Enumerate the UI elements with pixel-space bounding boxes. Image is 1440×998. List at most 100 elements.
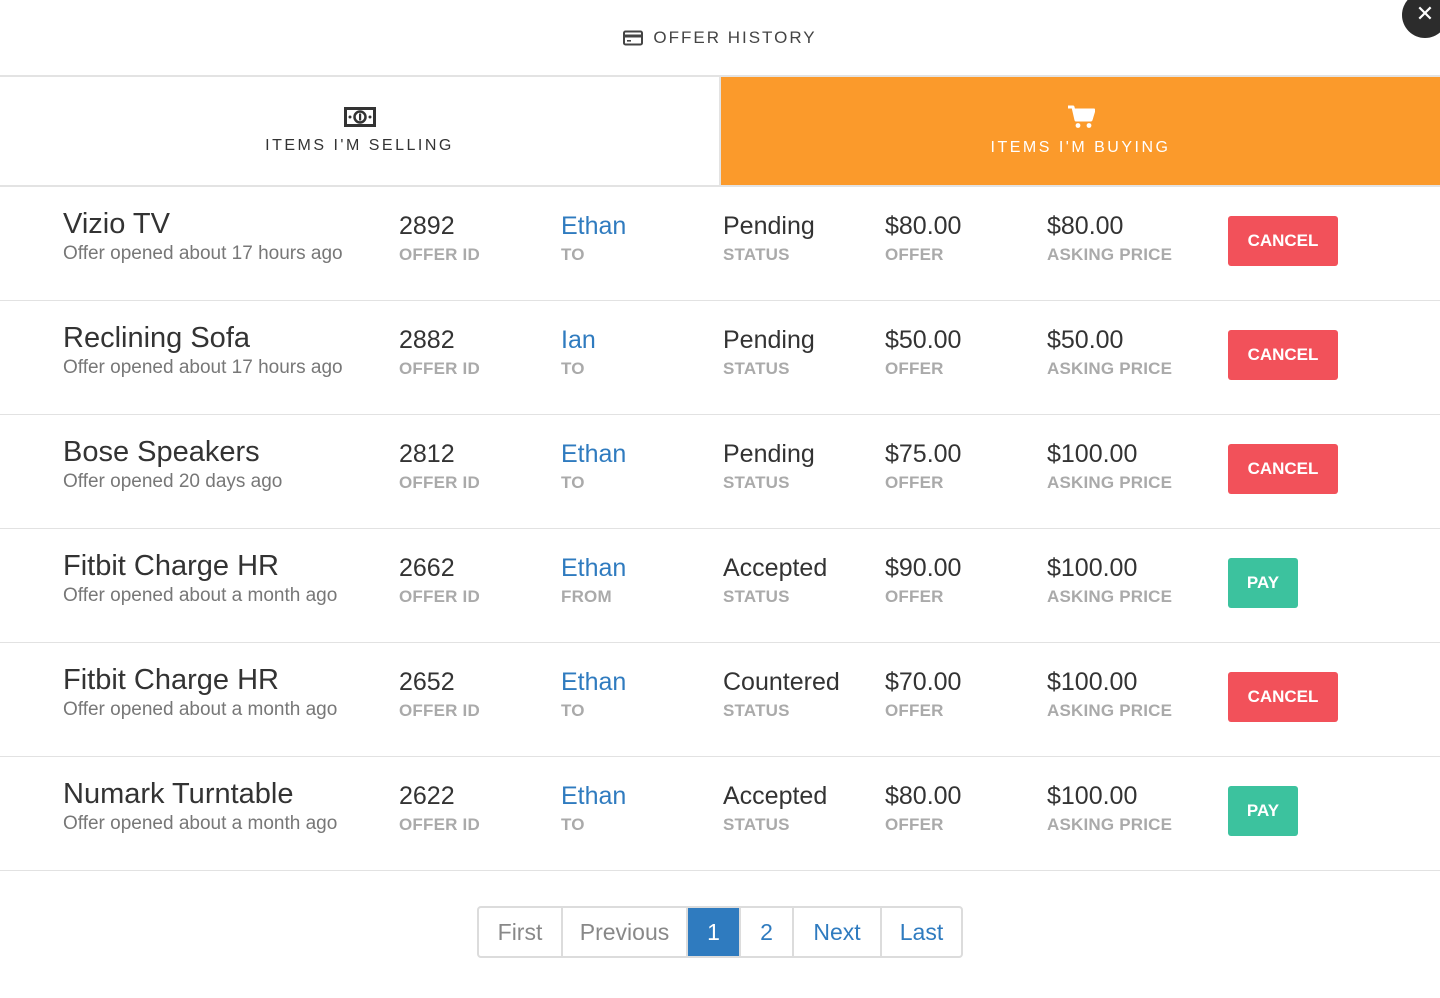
modal-title: OFFER HISTORY (623, 28, 816, 48)
asking-price-label: ASKING PRICE (1047, 244, 1173, 264)
table-row: Vizio TV Offer opened about 17 hours ago… (0, 187, 1440, 301)
offer-id-label: OFFER ID (399, 700, 480, 720)
party-link[interactable]: Ethan (561, 212, 626, 241)
party-cell: Ethan TO (561, 440, 626, 493)
offer-id-value: 2652 (399, 668, 455, 696)
asking-price-value: $100.00 (1047, 440, 1138, 468)
offer-value: $80.00 (885, 212, 962, 240)
offer-label: OFFER (885, 358, 944, 378)
offer-id-cell: 2892 OFFER ID (399, 212, 480, 265)
offer-label: OFFER (885, 472, 944, 492)
asking-price-cell: $100.00 ASKING PRICE (1047, 440, 1173, 493)
tab-items-buying[interactable]: ITEMS I'M BUYING (721, 77, 1440, 185)
party-cell: Ian TO (561, 326, 596, 379)
item-name: Numark Turntable (63, 778, 294, 810)
pagination-previous[interactable]: Previous (563, 908, 688, 956)
status-label: STATUS (723, 244, 790, 264)
tab-items-selling[interactable]: ITEMS I'M SELLING (0, 77, 721, 185)
pay-button[interactable]: PAY (1228, 558, 1298, 608)
status-cell: Countered STATUS (723, 668, 840, 721)
party-cell: Ethan FROM (561, 554, 626, 607)
credit-card-icon (623, 30, 644, 45)
pay-button[interactable]: PAY (1228, 786, 1298, 836)
tab-label: ITEMS I'M SELLING (265, 137, 454, 154)
direction-label: TO (561, 472, 585, 492)
direction-label: TO (561, 244, 585, 264)
offer-label: OFFER (885, 814, 944, 834)
status-label: STATUS (723, 814, 790, 834)
asking-price-label: ASKING PRICE (1047, 358, 1173, 378)
party-link[interactable]: Ian (561, 326, 596, 355)
offer-id-label: OFFER ID (399, 358, 480, 378)
status-cell: Accepted STATUS (723, 554, 827, 607)
cancel-button[interactable]: CANCEL (1228, 330, 1338, 380)
pagination-page-2[interactable]: 2 (741, 908, 794, 956)
asking-price-label: ASKING PRICE (1047, 700, 1173, 720)
cancel-button[interactable]: CANCEL (1228, 672, 1338, 722)
offer-id-value: 2882 (399, 326, 455, 354)
status-label: STATUS (723, 358, 790, 378)
table-row: Reclining Sofa Offer opened about 17 hou… (0, 301, 1440, 415)
tab-bar: ITEMS I'M SELLING ITEMS I'M BUYING (0, 77, 1440, 187)
offer-cell: $80.00 OFFER (885, 782, 961, 835)
pagination-page-1[interactable]: 1 (688, 908, 741, 956)
offer-label: OFFER (885, 244, 944, 264)
pagination: First Previous 1 2 Next Last (477, 906, 963, 958)
offer-id-label: OFFER ID (399, 472, 480, 492)
offer-value: $50.00 (885, 326, 962, 354)
item-name: Fitbit Charge HR (63, 550, 279, 582)
offer-opened-time: Offer opened 20 days ago (63, 470, 283, 492)
item-cell: Fitbit Charge HR Offer opened about a mo… (63, 550, 337, 607)
asking-price-label: ASKING PRICE (1047, 472, 1173, 492)
table-row: Fitbit Charge HR Offer opened about a mo… (0, 643, 1440, 757)
offer-opened-time: Offer opened about 17 hours ago (63, 242, 343, 264)
offer-id-value: 2892 (399, 212, 455, 240)
asking-price-cell: $100.00 ASKING PRICE (1047, 554, 1172, 607)
offer-cell: $70.00 OFFER (885, 668, 962, 721)
pagination-next[interactable]: Next (794, 908, 882, 956)
status-label: STATUS (723, 586, 790, 606)
pagination-last[interactable]: Last (882, 908, 961, 956)
offer-id-value: 2662 (399, 554, 455, 582)
party-link[interactable]: Ethan (561, 782, 626, 811)
direction-label: TO (561, 700, 585, 720)
offer-id-cell: 2812 OFFER ID (399, 440, 480, 493)
pagination-first[interactable]: First (479, 908, 563, 956)
asking-price-cell: $50.00 ASKING PRICE (1047, 326, 1173, 379)
asking-price-value: $100.00 (1047, 668, 1138, 696)
offer-value: $70.00 (885, 668, 962, 696)
modal-header: OFFER HISTORY (0, 0, 1440, 77)
status-cell: Accepted STATUS (723, 782, 828, 835)
party-link[interactable]: Ethan (561, 668, 626, 697)
cancel-button[interactable]: CANCEL (1228, 216, 1338, 266)
party-link[interactable]: Ethan (561, 554, 626, 583)
party-link[interactable]: Ethan (561, 440, 626, 469)
asking-price-cell: $100.00 ASKING PRICE (1047, 668, 1173, 721)
status-value: Accepted (723, 782, 828, 810)
status-value: Pending (723, 212, 815, 240)
offer-label: OFFER (885, 700, 944, 720)
party-cell: Ethan TO (561, 782, 626, 835)
offer-cell: $90.00 OFFER (885, 554, 961, 607)
party-cell: Ethan TO (561, 668, 626, 721)
asking-price-cell: $100.00 ASKING PRICE (1047, 782, 1173, 835)
item-name: Fitbit Charge HR (63, 664, 279, 696)
offer-opened-time: Offer opened about a month ago (63, 812, 338, 834)
cancel-button[interactable]: CANCEL (1228, 444, 1338, 494)
table-row: Fitbit Charge HR Offer opened about a mo… (0, 529, 1440, 643)
offer-list: Vizio TV Offer opened about 17 hours ago… (0, 187, 1440, 871)
money-icon (343, 107, 376, 127)
status-cell: Pending STATUS (723, 212, 815, 265)
item-name: Reclining Sofa (63, 322, 250, 354)
status-label: STATUS (723, 472, 790, 492)
offer-id-value: 2812 (399, 440, 455, 468)
status-cell: Pending STATUS (723, 326, 815, 379)
offer-id-value: 2622 (399, 782, 455, 810)
direction-label: TO (561, 358, 585, 378)
item-cell: Bose Speakers Offer opened 20 days ago (63, 436, 283, 493)
status-value: Pending (723, 326, 815, 354)
asking-price-label: ASKING PRICE (1047, 814, 1173, 834)
table-row: Bose Speakers Offer opened 20 days ago 2… (0, 415, 1440, 529)
status-value: Pending (723, 440, 815, 468)
offer-value: $75.00 (885, 440, 962, 468)
